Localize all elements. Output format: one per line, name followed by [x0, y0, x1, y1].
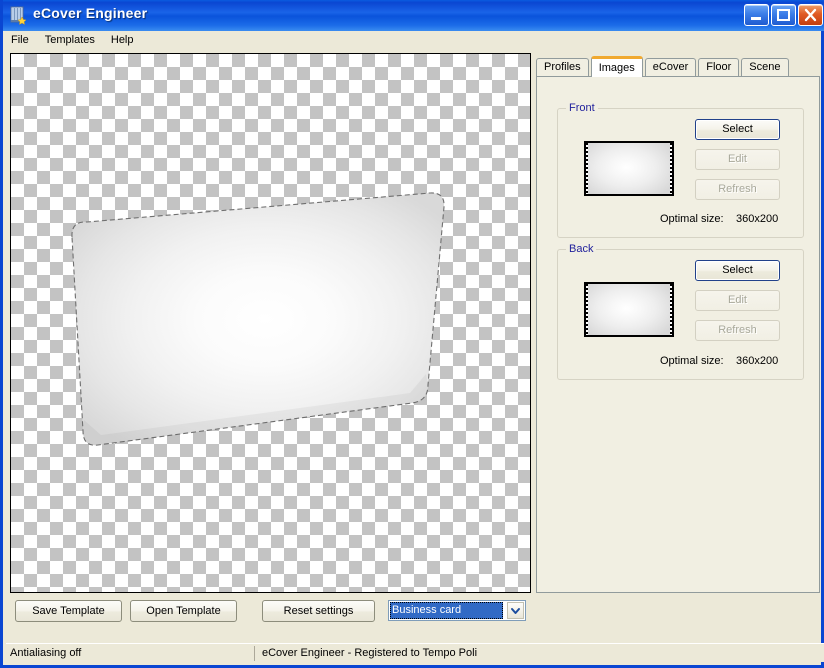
template-combo-box[interactable]: Business card: [388, 600, 526, 621]
window-controls: [742, 4, 823, 27]
menu-item-templates[interactable]: Templates: [37, 31, 103, 48]
back-group-label: Back: [566, 243, 597, 255]
back-edit-button: Edit: [695, 290, 780, 311]
front-edit-button: Edit: [695, 149, 780, 170]
open-template-button[interactable]: Open Template: [130, 600, 237, 622]
save-template-button[interactable]: Save Template: [15, 600, 122, 622]
front-group-label: Front: [566, 102, 598, 114]
ecover-app-icon: [9, 6, 28, 25]
reset-settings-button[interactable]: Reset settings: [262, 600, 375, 622]
template-combo-value: Business card: [390, 602, 503, 619]
thumb-right-dots: [670, 284, 672, 335]
menu-item-file[interactable]: File: [3, 31, 37, 48]
chevron-down-icon[interactable]: [507, 602, 524, 619]
3d-preview-canvas[interactable]: [10, 53, 531, 593]
front-refresh-button: Refresh: [695, 179, 780, 200]
tab-images[interactable]: Images: [590, 56, 643, 77]
front-image-thumbnail[interactable]: [584, 141, 674, 196]
thumb-left-dots: [586, 143, 588, 194]
status-bar: Antialiasing off eCover Engineer - Regis…: [6, 643, 824, 662]
minimize-button[interactable]: [744, 4, 769, 26]
title-bar: eCover Engineer: [3, 0, 824, 31]
front-select-button[interactable]: Select: [695, 119, 780, 140]
status-divider: [254, 646, 255, 661]
tab-floor[interactable]: Floor: [698, 58, 740, 77]
rounded-rectangle-card-3d: [71, 192, 445, 446]
front-image-group: Front Select Edit Refresh Optimal size: …: [557, 102, 804, 238]
tab-content: Front Select Edit Refresh Optimal size: …: [536, 76, 820, 593]
back-optimal-size-label: Optimal size:: [660, 355, 724, 367]
menu-item-help[interactable]: Help: [103, 31, 142, 48]
back-optimal-size-value: 360x200: [736, 355, 779, 367]
maximize-button[interactable]: [771, 4, 796, 26]
back-refresh-button: Refresh: [695, 320, 780, 341]
status-registration: eCover Engineer - Registered to Tempo Po…: [262, 647, 478, 659]
back-select-button[interactable]: Select: [695, 260, 780, 281]
back-image-thumbnail[interactable]: [584, 282, 674, 337]
front-optimal-size-label: Optimal size:: [660, 213, 724, 225]
tab-ecover[interactable]: eCover: [644, 58, 697, 77]
close-button[interactable]: [798, 4, 823, 26]
menu-bar: File Templates Help: [3, 31, 821, 50]
tab-scene[interactable]: Scene: [741, 58, 789, 77]
tab-strip: Profiles Images eCover Floor Scene Light: [536, 56, 820, 96]
back-image-group: Back Select Edit Refresh Optimal size: 3…: [557, 243, 804, 380]
window-title: eCover Engineer: [33, 5, 148, 21]
thumb-right-dots: [670, 143, 672, 194]
front-optimal-size-value: 360x200: [736, 213, 779, 225]
application-window: eCover Engineer File Templates Help Prof…: [0, 0, 824, 668]
thumb-left-dots: [586, 284, 588, 335]
status-antialiasing: Antialiasing off: [10, 647, 82, 659]
tab-profiles[interactable]: Profiles: [536, 58, 589, 77]
images-tab-panel: Profiles Images eCover Floor Scene Light…: [536, 56, 820, 593]
